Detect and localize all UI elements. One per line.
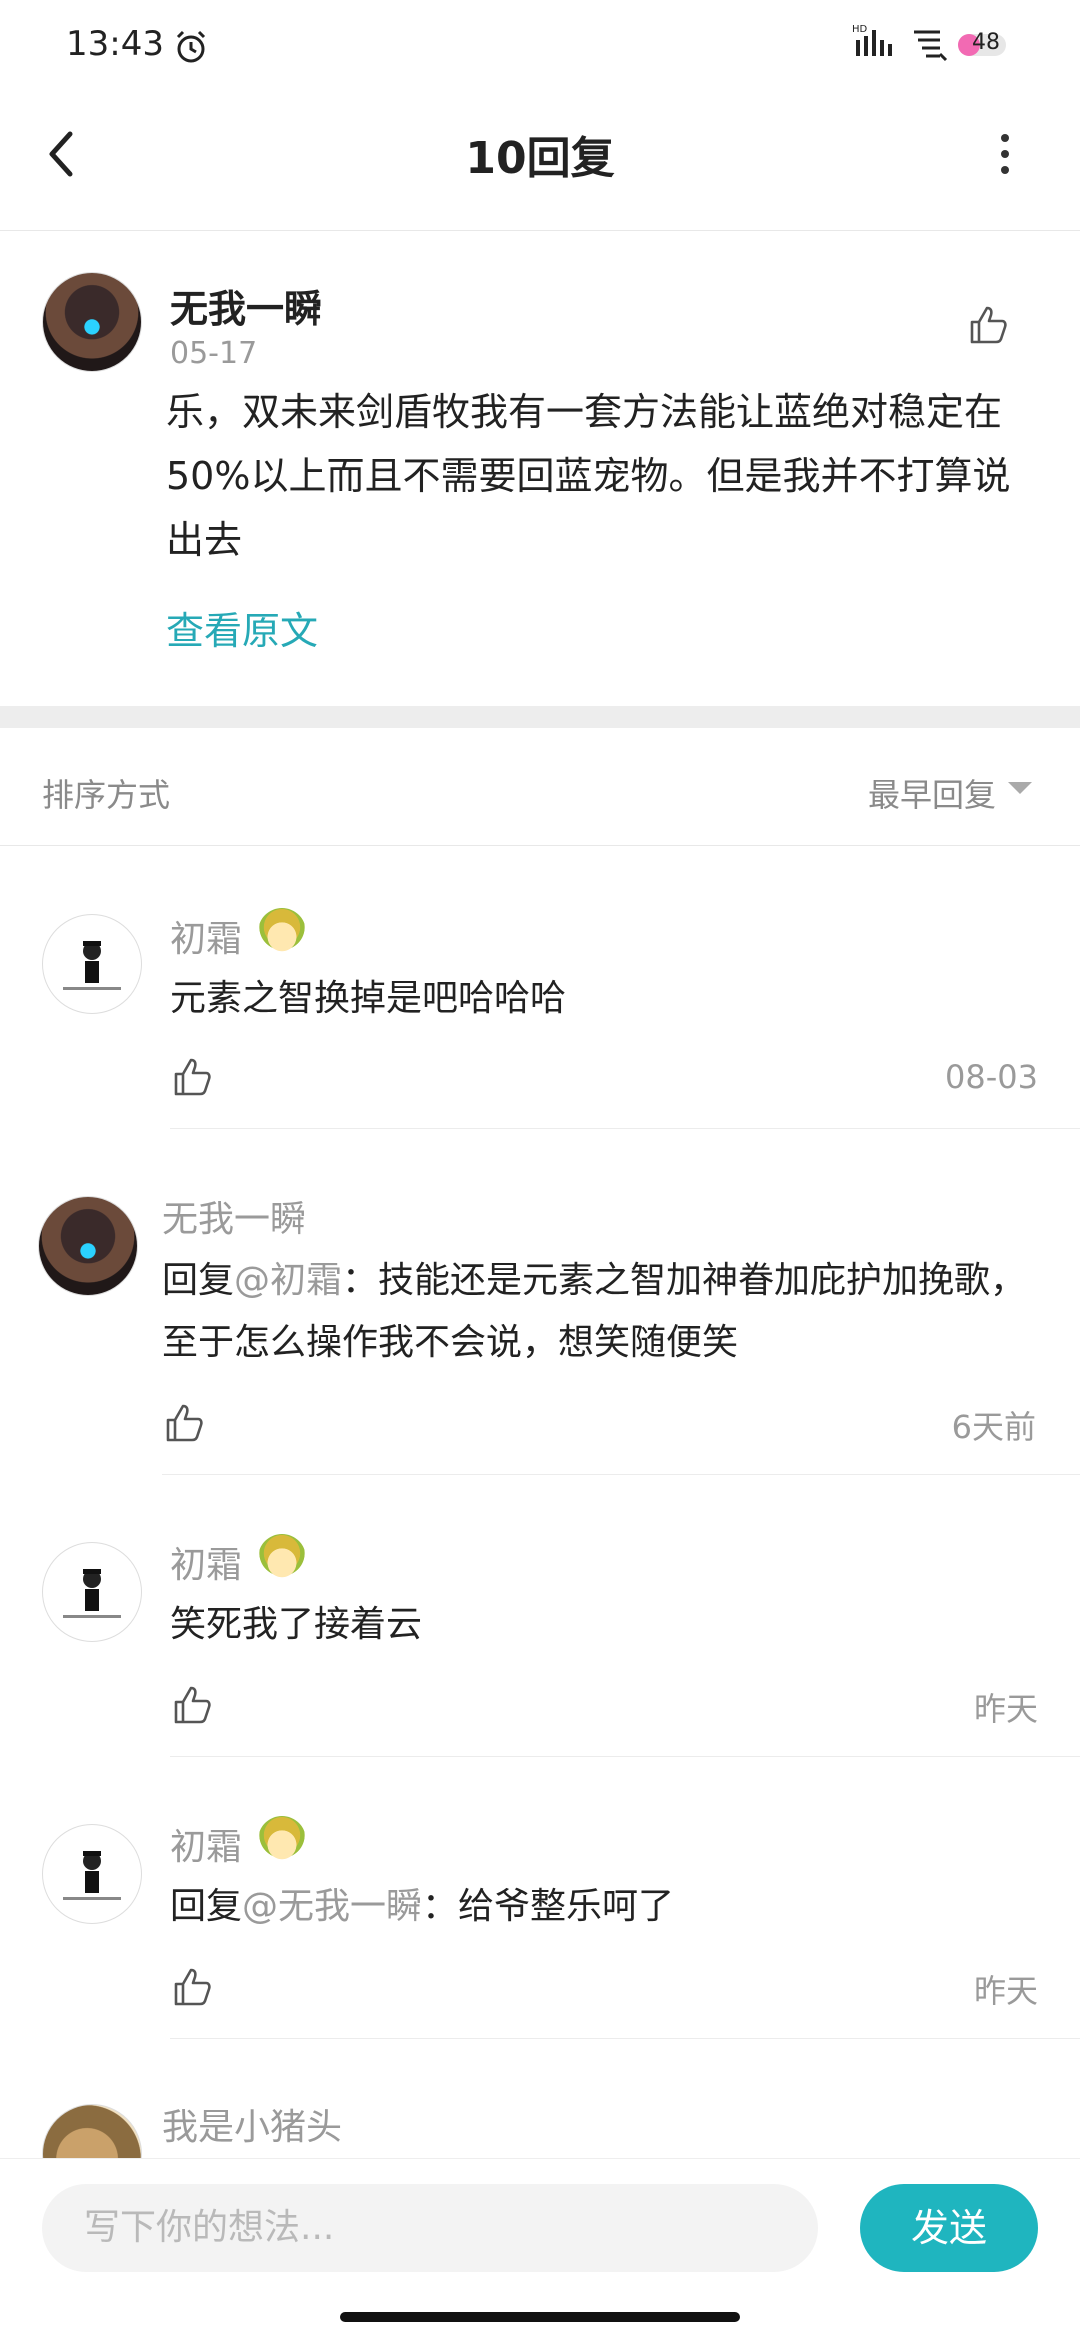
comment-text: 笑死我了接着云 <box>170 1604 423 1645</box>
comment-text: 元素之智换掉是吧哈哈哈 <box>170 978 567 1019</box>
post-date: 05-17 <box>170 336 258 371</box>
signal-icon: HD <box>852 24 892 56</box>
comment-time: 昨天 <box>973 1690 1038 1728</box>
comment-divider <box>170 2038 1080 2039</box>
comment-time: 6天前 <box>951 1408 1036 1446</box>
status-time: 13:43 <box>66 24 164 64</box>
avatar[interactable] <box>42 1824 142 1924</box>
sort-label: 排序方式 <box>42 776 171 814</box>
comment-text: 回复@无我一瞬：给爷整乐呵了 <box>170 1876 1030 1938</box>
alarm-icon <box>176 30 206 63</box>
header-divider <box>0 230 1080 231</box>
comment-time: 昨天 <box>973 1972 1038 2010</box>
comment-time: 08-03 <box>945 1058 1038 1096</box>
avatar-figure <box>63 941 121 990</box>
comment-author[interactable]: 无我一瞬 <box>162 1190 306 1242</box>
more-options-button[interactable] <box>980 124 1030 184</box>
user-badge-icon <box>258 908 306 956</box>
comment-divider <box>170 1756 1080 1757</box>
avatar-figure <box>63 1569 121 1618</box>
more-vertical-icon <box>1001 134 1009 174</box>
page-title: 10回复 <box>465 133 615 184</box>
mention-link[interactable]: @初霜 <box>234 1260 342 1301</box>
avatar-figure <box>63 1851 121 1900</box>
avatar[interactable] <box>42 914 142 1014</box>
mention-link[interactable]: @无我一瞬 <box>242 1886 422 1927</box>
sort-divider <box>0 845 1080 846</box>
reply-prefix: 回复 <box>170 1886 243 1927</box>
avatar[interactable] <box>38 1196 138 1296</box>
post-author[interactable]: 无我一瞬 <box>170 278 322 333</box>
comment-input[interactable]: 写下你的想法... <box>42 2184 818 2272</box>
user-badge-icon <box>258 1816 306 1864</box>
user-badge-icon <box>258 1534 306 1582</box>
like-icon[interactable] <box>170 1964 214 2008</box>
like-icon[interactable] <box>966 302 1010 346</box>
comment-author[interactable]: 初霜 <box>170 910 242 962</box>
avatar[interactable] <box>42 1542 142 1642</box>
section-divider <box>0 706 1080 728</box>
comment-divider <box>162 1474 1080 1475</box>
home-indicator[interactable] <box>340 2312 740 2322</box>
reply-text: ：给爷整乐呵了 <box>422 1886 675 1927</box>
comment-text: 回复@初霜：技能还是元素之智加神眷加庇护加挽歌，至于怎么操作我不会说，想笑随便笑 <box>162 1250 1042 1374</box>
comment-author[interactable]: 初霜 <box>170 1818 242 1870</box>
like-icon[interactable] <box>170 1682 214 1726</box>
view-original-link[interactable]: 查看原文 <box>166 600 318 655</box>
battery-level: 48 <box>972 30 1000 55</box>
sort-dropdown[interactable]: 最早回复 <box>868 770 996 816</box>
reply-prefix: 回复 <box>162 1260 235 1301</box>
send-button[interactable]: 发送 <box>860 2184 1038 2272</box>
comment-divider <box>170 1128 1080 1129</box>
status-bar: 13:43 HD 48 <box>0 0 1080 90</box>
wifi-icon <box>914 30 948 62</box>
like-icon[interactable] <box>162 1400 206 1444</box>
post-text: 乐，双未来剑盾牧我有一套方法能让蓝绝对稳定在50%以上而且不需要回蓝宠物。但是我… <box>166 390 1011 562</box>
like-icon[interactable] <box>170 1054 214 1098</box>
comment-author[interactable]: 初霜 <box>170 1536 242 1588</box>
avatar[interactable] <box>42 272 142 372</box>
comment-author[interactable]: 我是小猪头 <box>162 2098 342 2150</box>
svg-text:HD: HD <box>852 24 868 35</box>
caret-down-icon[interactable] <box>1008 782 1032 794</box>
